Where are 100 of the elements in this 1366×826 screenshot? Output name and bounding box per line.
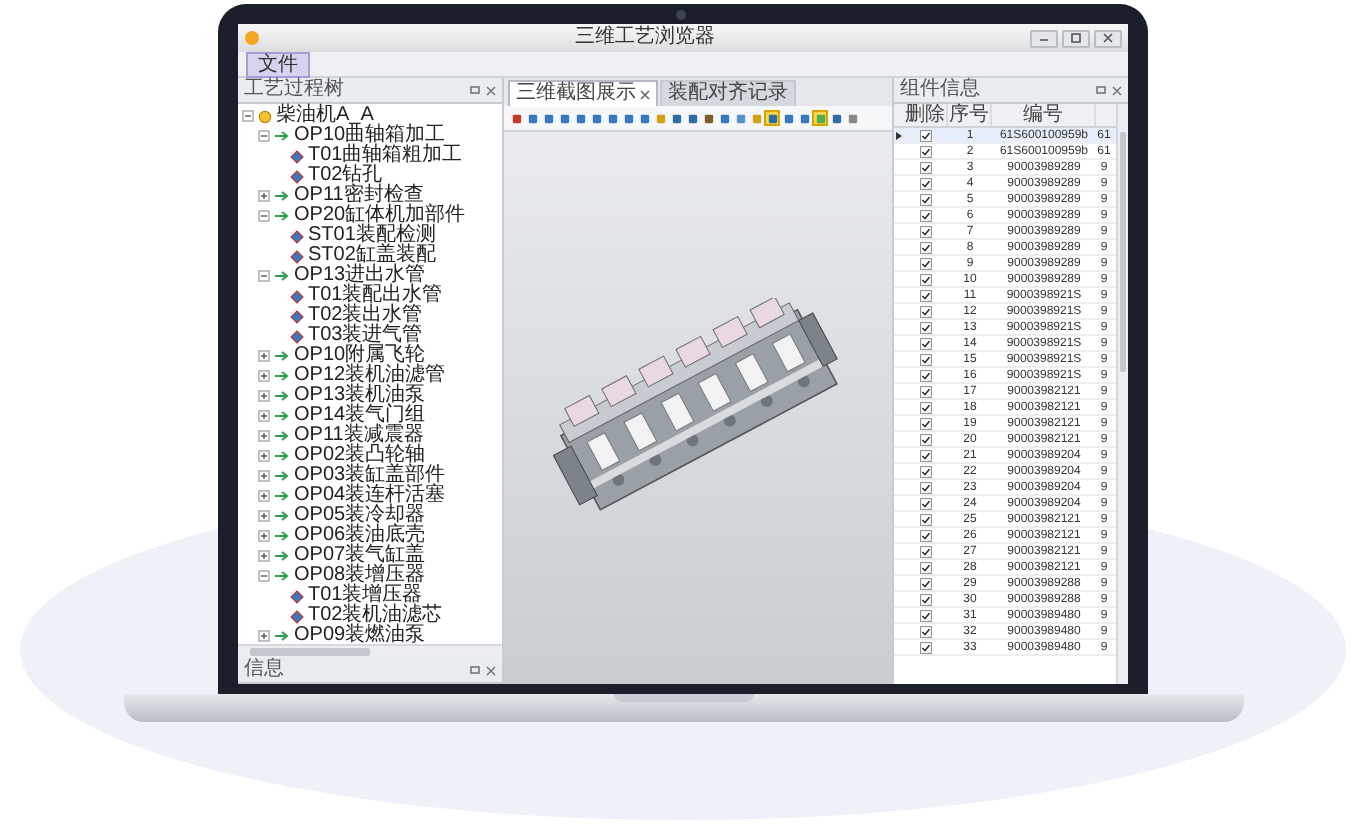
checkbox[interactable] xyxy=(920,305,932,317)
checkbox[interactable] xyxy=(920,241,932,253)
toolbar-button[interactable] xyxy=(620,110,636,126)
tree-item[interactable]: OP13进出水管 xyxy=(294,266,426,286)
expand-icon[interactable] xyxy=(258,450,270,462)
checkbox[interactable] xyxy=(920,577,932,589)
pin-icon[interactable] xyxy=(470,85,480,95)
tree-item[interactable]: ST02缸盖装配 xyxy=(308,246,436,266)
horizontal-scrollbar[interactable] xyxy=(238,644,502,658)
expand-icon[interactable] xyxy=(258,390,270,402)
checkbox[interactable] xyxy=(920,209,932,221)
expand-icon[interactable] xyxy=(258,470,270,482)
checkbox[interactable] xyxy=(920,593,932,605)
column-header[interactable]: 序号 xyxy=(948,104,992,126)
tree-item[interactable]: OP02装凸轮轴 xyxy=(294,446,426,466)
expand-icon[interactable] xyxy=(258,630,270,642)
checkbox[interactable] xyxy=(920,193,932,205)
close-icon[interactable] xyxy=(640,89,650,99)
tree-item[interactable]: OP10曲轴箱加工 xyxy=(294,126,446,146)
expand-icon[interactable] xyxy=(258,430,270,442)
column-header[interactable]: 编号 xyxy=(992,104,1096,126)
tree-item[interactable]: T03装进气管 xyxy=(308,326,423,346)
toolbar-button[interactable] xyxy=(540,110,556,126)
tree-item[interactable]: T02装机油滤芯 xyxy=(308,606,443,626)
checkbox[interactable] xyxy=(920,481,932,493)
tree-item[interactable]: OP05装冷却器 xyxy=(294,506,426,526)
checkbox[interactable] xyxy=(920,129,932,141)
expand-icon[interactable] xyxy=(258,350,270,362)
expand-icon[interactable] xyxy=(258,410,270,422)
toolbar-button[interactable] xyxy=(588,110,604,126)
toolbar-button[interactable] xyxy=(556,110,572,126)
checkbox[interactable] xyxy=(920,609,932,621)
3d-viewport[interactable] xyxy=(504,132,892,684)
checkbox[interactable] xyxy=(920,625,932,637)
checkbox[interactable] xyxy=(920,273,932,285)
checkbox[interactable] xyxy=(920,465,932,477)
checkbox[interactable] xyxy=(920,417,932,429)
checkbox[interactable] xyxy=(920,321,932,333)
collapse-icon[interactable] xyxy=(258,210,270,222)
checkbox[interactable] xyxy=(920,369,932,381)
toolbar-button[interactable] xyxy=(604,110,620,126)
tree-item[interactable]: OP06装油底壳 xyxy=(294,526,426,546)
tree-item[interactable]: T01装增压器 xyxy=(308,586,423,606)
tree-item[interactable]: OP10附属飞轮 xyxy=(294,346,426,366)
collapse-icon[interactable] xyxy=(258,130,270,142)
checkbox[interactable] xyxy=(920,433,932,445)
tree-item[interactable]: OP13装机油泵 xyxy=(294,386,426,406)
toolbar-button[interactable] xyxy=(732,110,748,126)
tree-item[interactable]: OP08装增压器 xyxy=(294,566,426,586)
tree-item[interactable]: OP09装燃油泵 xyxy=(294,626,426,646)
tab[interactable]: 装配对齐记录 xyxy=(660,80,796,106)
tree-item[interactable]: OP14装气门组 xyxy=(294,406,426,426)
checkbox[interactable] xyxy=(920,513,932,525)
toolbar-button[interactable] xyxy=(780,110,796,126)
checkbox[interactable] xyxy=(920,401,932,413)
collapse-icon[interactable] xyxy=(242,110,254,122)
toolbar-button[interactable] xyxy=(636,110,652,126)
close-icon[interactable] xyxy=(486,85,496,95)
expand-icon[interactable] xyxy=(258,190,270,202)
minimize-button[interactable] xyxy=(1030,29,1058,47)
toolbar-button[interactable] xyxy=(796,110,812,126)
checkbox[interactable] xyxy=(920,529,932,541)
toolbar-button[interactable] xyxy=(524,110,540,126)
expand-icon[interactable] xyxy=(258,550,270,562)
checkbox[interactable] xyxy=(920,353,932,365)
tree-item[interactable]: OP12装机油滤管 xyxy=(294,366,446,386)
column-header[interactable]: 删除 xyxy=(904,104,948,126)
tab[interactable]: 三维截图展示 xyxy=(508,80,658,106)
scrollbar-thumb[interactable] xyxy=(1120,132,1126,372)
tree-item[interactable]: OP20缸体机加部件 xyxy=(294,206,466,226)
maximize-button[interactable] xyxy=(1062,29,1090,47)
collapse-icon[interactable] xyxy=(258,570,270,582)
expand-icon[interactable] xyxy=(258,530,270,542)
toolbar-button[interactable] xyxy=(828,110,844,126)
expand-icon[interactable] xyxy=(258,510,270,522)
tree-item[interactable]: OP07装气缸盖 xyxy=(294,546,426,566)
checkbox[interactable] xyxy=(920,449,932,461)
pin-icon[interactable] xyxy=(470,665,480,675)
tree-item[interactable]: OP04装连杆活塞 xyxy=(294,486,446,506)
tree-item[interactable]: T02装出水管 xyxy=(308,306,423,326)
checkbox[interactable] xyxy=(920,289,932,301)
expand-icon[interactable] xyxy=(258,490,270,502)
checkbox[interactable] xyxy=(920,145,932,157)
checkbox[interactable] xyxy=(920,641,932,653)
expand-icon[interactable] xyxy=(258,370,270,382)
vertical-scrollbar[interactable] xyxy=(1116,104,1128,684)
tree-item[interactable]: 柴油机A_A xyxy=(276,106,374,126)
tree-item[interactable]: OP03装缸盖部件 xyxy=(294,466,446,486)
menu-item[interactable]: 文件 xyxy=(246,51,310,77)
pin-icon[interactable] xyxy=(1096,85,1106,95)
collapse-icon[interactable] xyxy=(258,270,270,282)
toolbar-button[interactable] xyxy=(716,110,732,126)
toolbar-button[interactable] xyxy=(844,110,860,126)
close-button[interactable] xyxy=(1094,29,1122,47)
toolbar-button[interactable] xyxy=(700,110,716,126)
toolbar-button[interactable] xyxy=(684,110,700,126)
checkbox[interactable] xyxy=(920,257,932,269)
toolbar-button[interactable] xyxy=(508,110,524,126)
checkbox[interactable] xyxy=(920,497,932,509)
tree-item[interactable]: T01曲轴箱粗加工 xyxy=(308,146,463,166)
